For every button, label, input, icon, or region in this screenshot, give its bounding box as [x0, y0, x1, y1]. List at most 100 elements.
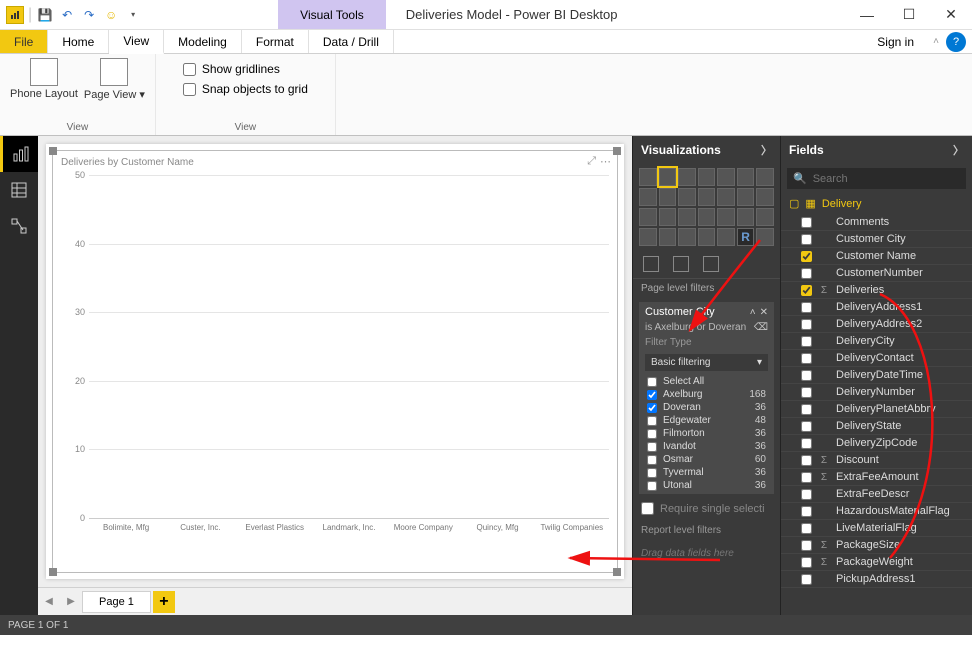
tab-home[interactable]: Home [48, 30, 109, 53]
tab-data-drill[interactable]: Data / Drill [309, 30, 394, 53]
canvas-page[interactable]: Deliveries by Customer Name ⤢ ⋯ 01020304… [46, 144, 624, 579]
viz-type-icon[interactable] [737, 208, 755, 226]
smiley-icon[interactable]: ☺ [102, 6, 120, 24]
viz-type-icon[interactable] [756, 188, 774, 206]
focus-mode-icon[interactable]: ⤢ [587, 155, 596, 168]
viz-type-icon[interactable] [678, 168, 696, 186]
tab-file[interactable]: File [0, 30, 48, 53]
resize-handle[interactable] [49, 568, 57, 576]
collapse-ribbon-icon[interactable]: ˄ [926, 30, 946, 53]
add-page-button[interactable]: + [153, 591, 175, 613]
field-item[interactable]: DeliveryPlanetAbbrv [781, 401, 972, 418]
field-item[interactable]: HazardousMaterialFlag [781, 503, 972, 520]
viz-type-icon[interactable] [756, 228, 774, 246]
filter-value-item[interactable]: Axelburg168 [639, 388, 774, 401]
field-item[interactable]: ExtraFeeDescr [781, 486, 972, 503]
sign-in-link[interactable]: Sign in [865, 30, 926, 53]
data-view-button[interactable] [0, 172, 38, 208]
field-item[interactable]: DeliveryAddress1 [781, 299, 972, 316]
fields-search[interactable]: 🔍 [787, 168, 966, 189]
analytics-icon[interactable] [703, 256, 719, 272]
field-item[interactable]: DeliveryAddress2 [781, 316, 972, 333]
resize-handle[interactable] [613, 568, 621, 576]
field-item[interactable]: ΣDeliveries [781, 282, 972, 299]
undo-icon[interactable]: ↶ [58, 6, 76, 24]
show-gridlines-checkbox[interactable]: Show gridlines [183, 62, 308, 76]
viz-type-icon[interactable] [659, 168, 677, 186]
viz-type-icon[interactable] [717, 208, 735, 226]
field-item[interactable]: DeliveryContact [781, 350, 972, 367]
viz-type-icon[interactable]: R [737, 228, 755, 246]
viz-type-icon[interactable] [639, 208, 657, 226]
field-item[interactable]: ΣExtraFeeAmount [781, 469, 972, 486]
collapse-fields-pane-icon[interactable]: 〉 [953, 142, 964, 158]
collapse-filter-icon[interactable]: ˄ [750, 307, 756, 318]
filter-value-item[interactable]: Utonal36 [639, 479, 774, 492]
tab-view[interactable]: View [109, 30, 164, 54]
filter-select-all[interactable]: Select All [639, 375, 774, 388]
minimize-button[interactable]: — [846, 0, 888, 30]
page-tab-1[interactable]: Page 1 [82, 591, 151, 613]
redo-icon[interactable]: ↷ [80, 6, 98, 24]
viz-type-icon[interactable] [698, 168, 716, 186]
viz-type-icon[interactable] [756, 208, 774, 226]
more-options-icon[interactable]: ⋯ [600, 155, 611, 168]
viz-type-icon[interactable] [678, 188, 696, 206]
viz-type-icon[interactable] [659, 228, 677, 246]
search-input[interactable] [813, 173, 960, 185]
model-view-button[interactable] [0, 208, 38, 244]
resize-handle[interactable] [613, 147, 621, 155]
filter-value-item[interactable]: Osmar60 [639, 453, 774, 466]
viz-type-icon[interactable] [639, 168, 657, 186]
filter-value-item[interactable]: Edgewater48 [639, 414, 774, 427]
filter-value-item[interactable]: Ivandot36 [639, 440, 774, 453]
field-item[interactable]: CustomerNumber [781, 265, 972, 282]
field-item[interactable]: Customer Name [781, 248, 972, 265]
report-view-button[interactable] [0, 136, 38, 172]
close-button[interactable]: ✕ [930, 0, 972, 30]
clear-filter-icon[interactable]: ⌫ [754, 322, 768, 333]
viz-type-icon[interactable] [698, 228, 716, 246]
field-item[interactable]: ΣPackageWeight [781, 554, 972, 571]
viz-type-icon[interactable] [659, 208, 677, 226]
phone-layout-button[interactable]: Phone Layout [10, 58, 78, 100]
maximize-button[interactable]: ☐ [888, 0, 930, 30]
field-item[interactable]: ΣDiscount [781, 452, 972, 469]
field-item[interactable]: ΣPackageSize [781, 537, 972, 554]
page-view-button[interactable]: Page View ▾ [84, 58, 145, 101]
format-icon[interactable] [673, 256, 689, 272]
table-node[interactable]: ▢▦Delivery [781, 193, 972, 214]
viz-type-icon[interactable] [698, 188, 716, 206]
field-item[interactable]: DeliveryDateTime [781, 367, 972, 384]
collapse-viz-pane-icon[interactable]: 〉 [761, 142, 772, 158]
field-item[interactable]: DeliveryState [781, 418, 972, 435]
viz-type-icon[interactable] [737, 168, 755, 186]
viz-type-icon[interactable] [737, 188, 755, 206]
viz-type-icon[interactable] [698, 208, 716, 226]
field-item[interactable]: PickupAddress1 [781, 571, 972, 588]
viz-type-icon[interactable] [678, 208, 696, 226]
tab-format[interactable]: Format [242, 30, 309, 53]
field-item[interactable]: DeliveryNumber [781, 384, 972, 401]
bar-chart-visual[interactable]: Deliveries by Customer Name ⤢ ⋯ 01020304… [52, 150, 618, 573]
field-item[interactable]: Comments [781, 214, 972, 231]
fields-well-icon[interactable] [643, 256, 659, 272]
viz-type-icon[interactable] [639, 228, 657, 246]
filter-value-item[interactable]: Tyvermal36 [639, 466, 774, 479]
viz-type-icon[interactable] [678, 228, 696, 246]
resize-handle[interactable] [49, 147, 57, 155]
filter-value-item[interactable]: Doveran36 [639, 401, 774, 414]
field-item[interactable]: DeliveryCity [781, 333, 972, 350]
viz-type-icon[interactable] [717, 228, 735, 246]
viz-type-icon[interactable] [659, 188, 677, 206]
save-icon[interactable]: 💾 [36, 6, 54, 24]
viz-type-icon[interactable] [717, 188, 735, 206]
viz-type-icon[interactable] [756, 168, 774, 186]
remove-filter-icon[interactable]: ✕ [760, 307, 768, 318]
snap-to-grid-checkbox[interactable]: Snap objects to grid [183, 82, 308, 96]
qat-dropdown-icon[interactable]: ▾ [124, 6, 142, 24]
filter-mode-select[interactable]: Basic filtering▾ [645, 354, 768, 371]
filter-value-item[interactable]: Filmorton36 [639, 427, 774, 440]
field-item[interactable]: DeliveryZipCode [781, 435, 972, 452]
viz-type-icon[interactable] [717, 168, 735, 186]
